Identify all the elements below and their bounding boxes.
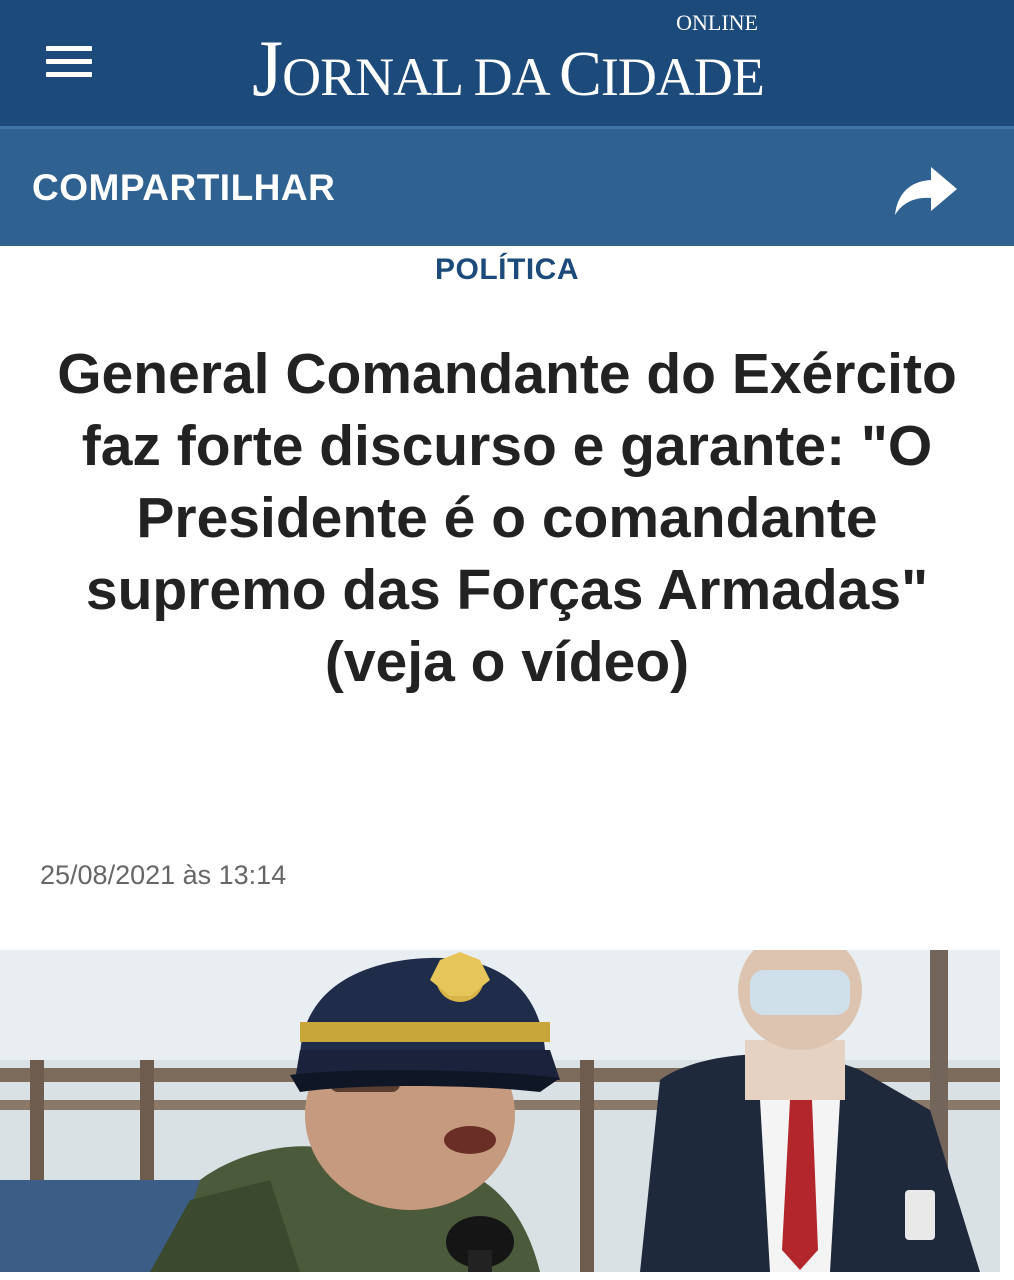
logo-wordmark: JORNAL DA CIDADE xyxy=(252,25,765,113)
article-headline: General Comandante do Exército faz forte… xyxy=(57,342,957,694)
hamburger-menu-icon[interactable] xyxy=(46,46,92,78)
share-arrow-icon[interactable] xyxy=(893,165,959,217)
share-bar[interactable]: COMPARTILHAR xyxy=(0,126,1014,246)
article-category[interactable]: POLÍTICA xyxy=(0,253,1014,287)
article-date: 25/08/2021 às 13:14 xyxy=(40,860,287,890)
site-logo[interactable]: ONLINE JORNAL DA CIDADE xyxy=(252,6,772,113)
share-label: COMPARTILHAR xyxy=(32,167,336,208)
article-photo xyxy=(0,950,1000,1272)
top-header: ONLINE JORNAL DA CIDADE xyxy=(0,0,1014,126)
